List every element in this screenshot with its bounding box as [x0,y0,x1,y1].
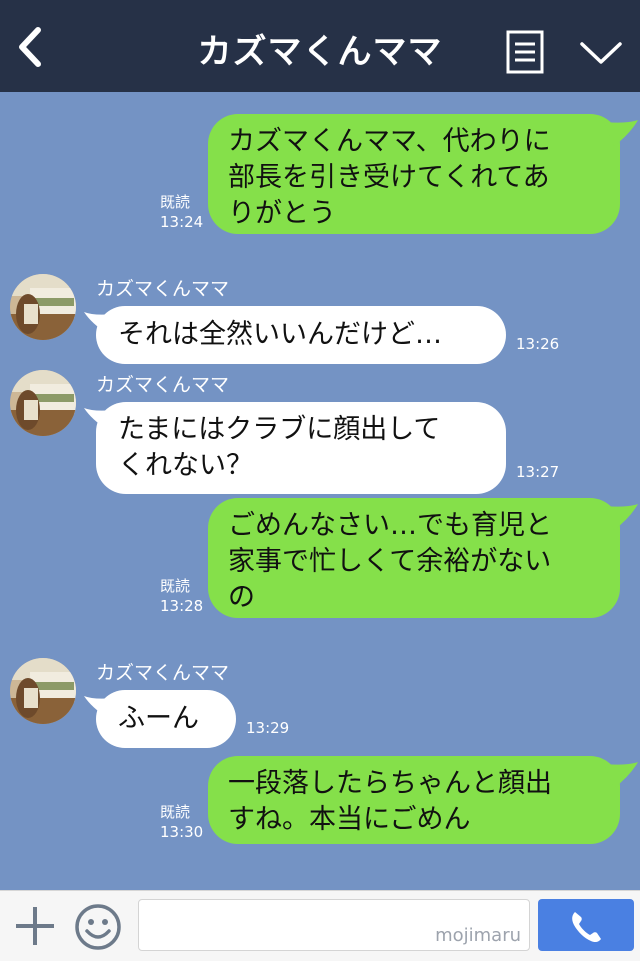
avatar[interactable] [10,274,76,340]
bubble-tail [604,762,638,788]
message-bubble-sent[interactable]: 一段落したらちゃんと顔出 すね。本当にごめん [208,756,620,844]
message-meta: 既読 13:24 [160,192,203,232]
notes-button[interactable] [506,30,544,74]
input-bar: mojimaru [0,890,640,961]
message-time: 13:29 [246,719,290,737]
notes-icon [506,30,544,74]
message-text: カズマくんママ、代わりに 部長を引き受けてくれてあ りがとう [228,126,551,229]
message-bubble-received[interactable]: たまにはクラブに顔出して くれない？ [96,402,506,494]
message-meta: 既読 13:30 [160,802,203,842]
message-bubble-received[interactable]: それは全然いいんだけど… [96,306,506,364]
sender-name: カズマくんママ [96,278,230,300]
message-bubble-sent[interactable]: カズマくんママ、代わりに 部長を引き受けてくれてあ りがとう [208,114,620,234]
bubble-tail [604,120,638,146]
call-button[interactable] [538,899,634,951]
smiley-icon [75,904,121,950]
chat-header: カズマくんママ [0,0,640,92]
message-text: たまにはクラブに顔出して くれない？ [118,414,441,481]
message-text: ごめんなさい…でも育児と 家事で忙しくて余裕がない の [228,510,552,613]
add-button[interactable] [14,905,56,947]
chevron-left-icon [19,27,41,67]
back-button[interactable] [10,22,50,72]
message-text: 一段落したらちゃんと顔出 すね。本当にごめん [228,768,552,835]
avatar-image [10,274,76,340]
bubble-tail [604,504,638,530]
read-receipt: 既読 [160,803,191,821]
message-bubble-sent[interactable]: ごめんなさい…でも育児と 家事で忙しくて余裕がない の [208,498,620,618]
message-text: それは全然いいんだけど… [118,319,442,350]
message-time: 13:24 [160,213,204,231]
avatar-image [10,658,76,724]
chevron-down-icon [580,42,622,64]
avatar-image [10,370,76,436]
message-bubble-received[interactable]: ふーん [96,690,236,748]
message-time: 13:28 [160,597,204,615]
message-meta: 既読 13:28 [160,576,203,616]
read-receipt: 既読 [160,193,191,211]
message-text: ふーん [118,703,199,734]
sender-name: カズマくんママ [96,374,230,396]
avatar[interactable] [10,658,76,724]
message-time: 13:26 [516,335,560,353]
message-time: 13:30 [160,823,204,841]
sender-name: カズマくんママ [96,662,230,684]
emoji-button[interactable] [74,903,122,951]
plus-icon [16,907,54,945]
read-receipt: 既読 [160,577,191,595]
phone-icon [572,912,601,943]
message-input[interactable]: mojimaru [138,899,530,951]
watermark-text: mojimaru [435,925,521,946]
message-time: 13:27 [516,463,560,481]
more-button[interactable] [578,32,624,72]
avatar[interactable] [10,370,76,436]
chat-title: カズマくんママ [197,32,443,72]
